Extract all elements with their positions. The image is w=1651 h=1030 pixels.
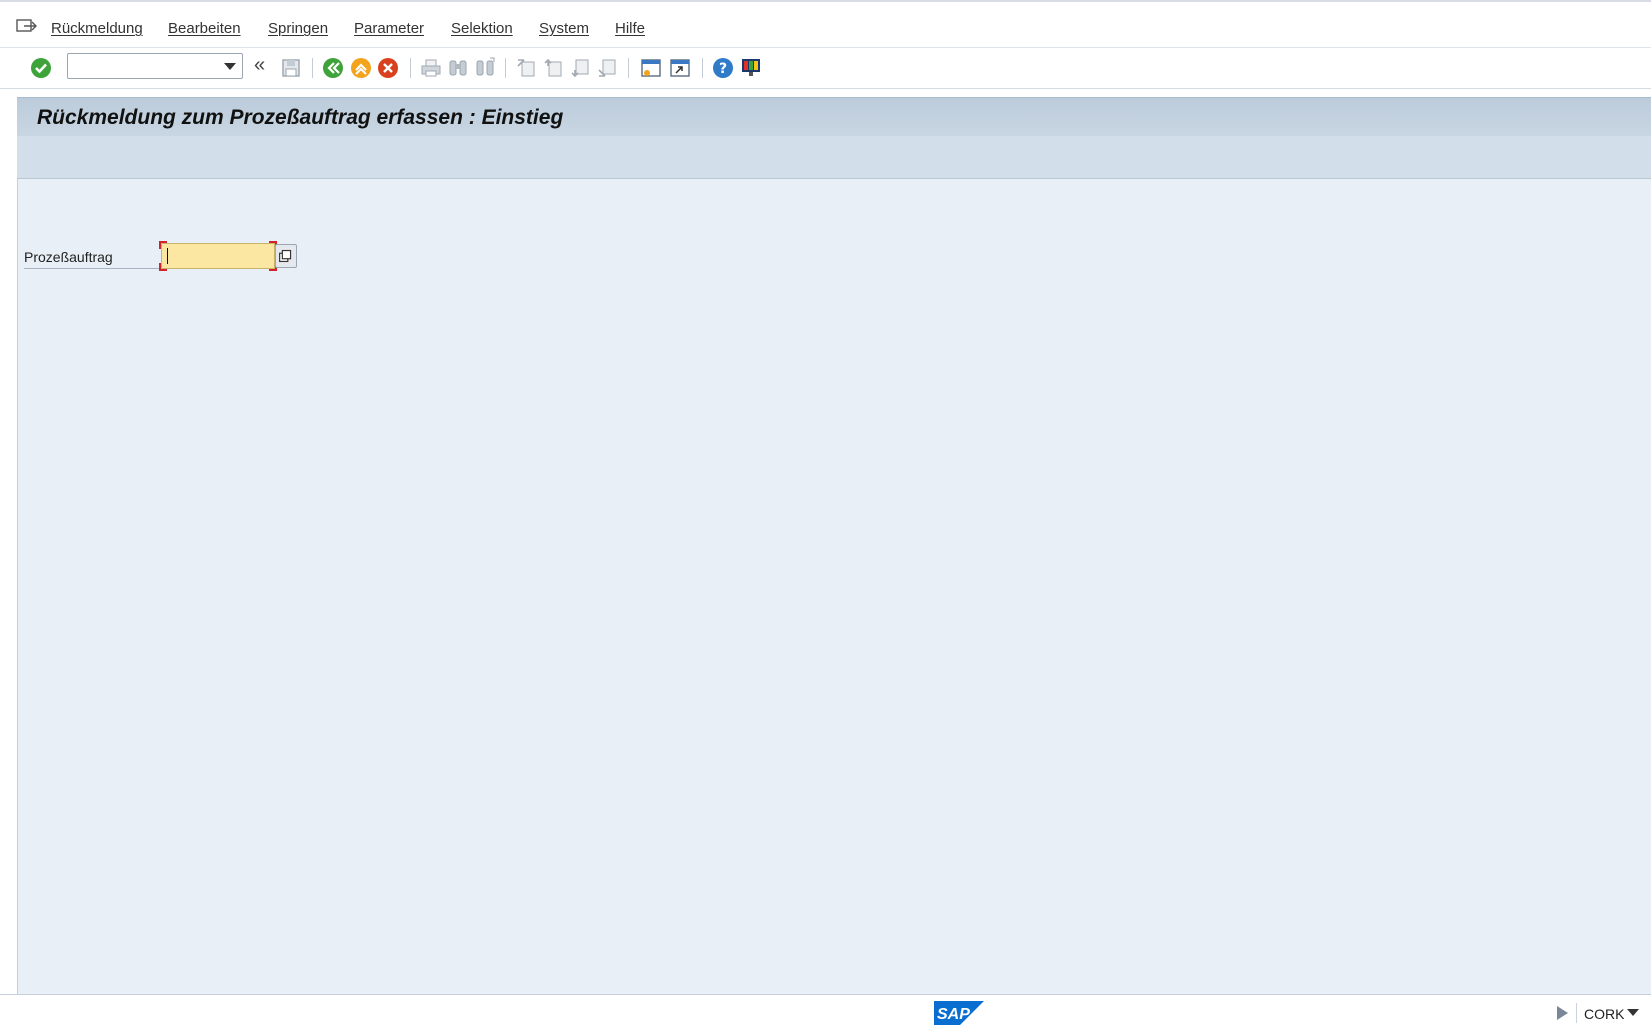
last-page-icon[interactable] — [595, 56, 619, 80]
chevron-down-icon[interactable] — [1627, 1009, 1639, 1016]
new-session-icon[interactable] — [639, 56, 663, 80]
find-next-icon[interactable] — [473, 56, 497, 80]
find-icon[interactable] — [446, 56, 470, 80]
title-bar: Rückmeldung zum Prozeßauftrag erfassen :… — [17, 97, 1651, 137]
menu-icon[interactable] — [16, 18, 38, 36]
command-field[interactable] — [67, 53, 243, 79]
cancel-icon[interactable] — [376, 56, 400, 80]
next-page-icon[interactable] — [568, 56, 592, 80]
first-page-icon[interactable] — [514, 56, 538, 80]
menu-springen[interactable]: Springen — [268, 20, 328, 37]
double-chevron-left-icon[interactable]: « — [254, 54, 265, 77]
menu-bar: Rückmeldung Bearbeiten Springen Paramete… — [0, 0, 1651, 48]
text-cursor — [167, 248, 168, 264]
status-bar: SAP CORK — [0, 994, 1651, 1030]
process-order-label: Prozeßauftrag — [24, 249, 162, 269]
exit-icon[interactable] — [349, 56, 373, 80]
menu-rueckmeldung[interactable]: Rückmeldung — [51, 20, 143, 37]
page-title: Rückmeldung zum Prozeßauftrag erfassen :… — [37, 106, 564, 129]
system-toolbar: « ? — [0, 48, 1651, 89]
sap-logo: SAP — [934, 1001, 984, 1025]
application-toolbar — [17, 136, 1651, 179]
menu-parameter[interactable]: Parameter — [354, 20, 424, 37]
shortcut-icon[interactable] — [668, 56, 692, 80]
previous-page-icon[interactable] — [541, 56, 565, 80]
print-icon[interactable] — [419, 56, 443, 80]
menu-hilfe[interactable]: Hilfe — [615, 20, 645, 37]
customize-layout-icon[interactable] — [739, 56, 763, 80]
value-help-button[interactable] — [275, 244, 297, 268]
svg-text:?: ? — [719, 61, 727, 77]
menu-selektion[interactable]: Selektion — [451, 20, 513, 37]
save-icon[interactable] — [279, 56, 303, 80]
process-order-input[interactable] — [161, 243, 275, 269]
value-help-icon — [279, 249, 292, 263]
required-marker — [159, 263, 167, 271]
back-icon[interactable] — [321, 56, 345, 80]
main-content: Prozeßauftrag — [17, 179, 1651, 994]
help-icon[interactable]: ? — [711, 56, 735, 80]
required-marker — [159, 241, 167, 249]
system-name[interactable]: CORK — [1584, 1006, 1624, 1022]
menu-bearbeiten[interactable]: Bearbeiten — [168, 20, 241, 37]
svg-text:SAP: SAP — [937, 1006, 970, 1023]
process-order-field — [159, 241, 277, 271]
enter-check-icon[interactable] — [29, 56, 53, 80]
chevron-down-icon[interactable] — [224, 63, 236, 70]
menu-system[interactable]: System — [539, 20, 589, 37]
play-icon[interactable] — [1557, 1006, 1568, 1020]
